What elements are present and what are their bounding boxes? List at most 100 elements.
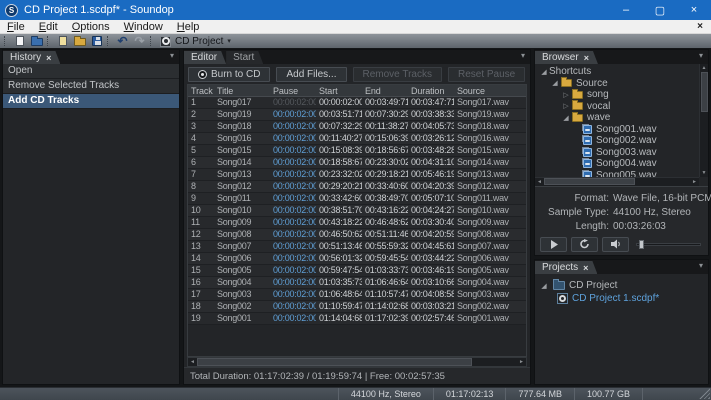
close-button[interactable]: × bbox=[677, 0, 711, 20]
add-files-button[interactable]: Add Files... bbox=[276, 67, 346, 82]
table-row[interactable]: 19Song00100:00:02:0001:14:04:6801:17:02:… bbox=[188, 313, 526, 325]
tree-vertical-scrollbar[interactable]: ▲ ▼ bbox=[699, 64, 708, 177]
panel-menu-chevron-icon[interactable]: ▾ bbox=[521, 52, 525, 60]
expander-icon[interactable] bbox=[561, 102, 571, 110]
tree-item-wave[interactable]: wave bbox=[535, 112, 699, 124]
tab-history[interactable]: History × bbox=[3, 51, 60, 64]
table-row[interactable]: 12Song00800:00:02:0000:46:50:6200:51:11:… bbox=[188, 229, 526, 241]
history-item[interactable]: Remove Selected Tracks bbox=[3, 79, 179, 94]
table-row[interactable]: 3Song01800:00:02:0000:07:32:2900:11:38:2… bbox=[188, 121, 526, 133]
volume-slider[interactable] bbox=[636, 237, 703, 252]
tree-item-song002-wav[interactable]: Song002.wav bbox=[535, 135, 699, 147]
tab-browser[interactable]: Browser × bbox=[535, 51, 598, 64]
column-header-start[interactable]: Start bbox=[316, 85, 362, 96]
history-item[interactable]: Open bbox=[3, 64, 179, 79]
panel-menu-chevron-icon[interactable]: ▾ bbox=[170, 52, 174, 60]
column-header-source[interactable]: Source bbox=[454, 85, 526, 96]
scroll-thumb[interactable] bbox=[701, 72, 708, 112]
project-selector-dropdown[interactable]: CD Project▾ bbox=[160, 36, 231, 47]
table-row[interactable]: 18Song00200:00:02:0001:10:59:4701:14:02:… bbox=[188, 301, 526, 313]
scroll-down-icon[interactable]: ▼ bbox=[700, 169, 709, 177]
save-button[interactable] bbox=[88, 35, 105, 48]
tree-item-song[interactable]: song bbox=[535, 89, 699, 101]
table-row[interactable]: 14Song00600:00:02:0000:56:01:3200:59:45:… bbox=[188, 253, 526, 265]
project-item-row[interactable]: CD Project 1.scdpf* bbox=[535, 292, 708, 305]
file-tree: ShortcutsSourcesongvocalwaveSong001.wavS… bbox=[535, 64, 708, 186]
open-workspace-button[interactable] bbox=[28, 35, 45, 48]
maximize-button[interactable]: ▢ bbox=[643, 0, 677, 20]
expander-icon[interactable] bbox=[561, 91, 571, 99]
column-header-track[interactable]: Track bbox=[188, 85, 214, 96]
column-header-duration[interactable]: Duration bbox=[408, 85, 454, 96]
tab-close-icon[interactable]: × bbox=[46, 53, 51, 63]
tree-item-shortcuts[interactable]: Shortcuts bbox=[535, 66, 699, 78]
new-workspace-button[interactable] bbox=[11, 35, 28, 48]
tab-close-icon[interactable]: × bbox=[584, 53, 589, 63]
tree-horizontal-scrollbar[interactable]: ◄ ► bbox=[535, 177, 699, 186]
scroll-up-icon[interactable]: ▲ bbox=[700, 64, 709, 72]
project-root-row[interactable]: CD Project bbox=[535, 279, 708, 292]
table-row[interactable]: 1Song01700:00:02:0000:00:02:0000:03:49:7… bbox=[188, 97, 526, 109]
tab-projects[interactable]: Projects × bbox=[535, 261, 597, 274]
scroll-track[interactable] bbox=[544, 178, 690, 186]
table-row[interactable]: 8Song01200:00:02:0000:29:20:2100:33:40:6… bbox=[188, 181, 526, 193]
panel-menu-chevron-icon[interactable]: ▾ bbox=[699, 262, 703, 270]
table-row[interactable]: 5Song01500:00:02:0000:15:08:3900:18:56:6… bbox=[188, 145, 526, 157]
scroll-right-icon[interactable]: ► bbox=[690, 178, 699, 186]
tree-item-song001-wav[interactable]: Song001.wav bbox=[535, 124, 699, 136]
menu-item-file[interactable]: File bbox=[0, 20, 32, 33]
tab-editor[interactable]: Editor bbox=[184, 51, 226, 64]
table-row[interactable]: 7Song01300:00:02:0000:23:32:0200:29:18:2… bbox=[188, 169, 526, 181]
table-row[interactable]: 2Song01900:00:02:0000:03:51:7100:07:30:2… bbox=[188, 109, 526, 121]
scroll-track[interactable] bbox=[197, 358, 517, 366]
document-close-icon[interactable]: × bbox=[689, 21, 711, 32]
tree-item-song004-wav[interactable]: Song004.wav bbox=[535, 158, 699, 170]
tree-item-vocal[interactable]: vocal bbox=[535, 101, 699, 113]
table-row[interactable]: 11Song00900:00:02:0000:43:18:2200:46:48:… bbox=[188, 217, 526, 229]
tree-item-song003-wav[interactable]: Song003.wav bbox=[535, 147, 699, 159]
expander-icon[interactable] bbox=[550, 79, 560, 87]
expander-icon[interactable] bbox=[539, 282, 549, 290]
tree-item-song005-wav[interactable]: Song005.wav bbox=[535, 170, 699, 178]
resize-grip[interactable] bbox=[699, 388, 710, 399]
history-item[interactable]: Add CD Tracks bbox=[3, 94, 179, 109]
tree-item-source[interactable]: Source bbox=[535, 78, 699, 90]
column-header-pause[interactable]: Pause bbox=[270, 85, 316, 96]
loop-button[interactable] bbox=[571, 237, 598, 252]
scroll-left-icon[interactable]: ◄ bbox=[535, 178, 544, 186]
expander-icon[interactable] bbox=[561, 114, 571, 122]
panel-menu-chevron-icon[interactable]: ▾ bbox=[699, 52, 703, 60]
table-row[interactable]: 17Song00300:00:02:0001:06:48:6401:10:57:… bbox=[188, 289, 526, 301]
monitor-button[interactable] bbox=[602, 237, 629, 252]
column-header-title[interactable]: Title bbox=[214, 85, 270, 96]
scroll-left-icon[interactable]: ◄ bbox=[188, 358, 197, 366]
minimize-button[interactable]: – bbox=[609, 0, 643, 20]
undo-button[interactable]: ↶ bbox=[114, 35, 131, 48]
menu-item-help[interactable]: Help bbox=[170, 20, 207, 33]
table-row[interactable]: 15Song00500:00:02:0000:59:47:5401:03:33:… bbox=[188, 265, 526, 277]
table-row[interactable]: 13Song00700:00:02:0000:51:13:4600:55:59:… bbox=[188, 241, 526, 253]
menu-item-window[interactable]: Window bbox=[117, 20, 170, 33]
scroll-thumb[interactable] bbox=[544, 178, 635, 185]
open-project-button[interactable] bbox=[71, 35, 88, 48]
scroll-thumb[interactable] bbox=[197, 358, 472, 366]
new-project-button[interactable] bbox=[54, 35, 71, 48]
scroll-right-icon[interactable]: ► bbox=[517, 358, 526, 366]
tab-close-icon[interactable]: × bbox=[583, 263, 588, 273]
tab-start[interactable]: Start bbox=[226, 51, 263, 64]
folder-icon bbox=[572, 91, 583, 99]
burn-to-cd-button[interactable]: Burn to CD bbox=[188, 67, 270, 82]
table-row[interactable]: 10Song01000:00:02:0000:38:51:7000:43:16:… bbox=[188, 205, 526, 217]
column-header-end[interactable]: End bbox=[362, 85, 408, 96]
menu-item-options[interactable]: Options bbox=[65, 20, 117, 33]
table-row[interactable]: 16Song00400:00:02:0001:03:35:7301:06:46:… bbox=[188, 277, 526, 289]
expander-icon[interactable] bbox=[539, 68, 549, 76]
menu-item-edit[interactable]: Edit bbox=[32, 20, 65, 33]
table-row[interactable]: 6Song01400:00:02:0000:18:58:6700:23:30:0… bbox=[188, 157, 526, 169]
editor-horizontal-scrollbar[interactable]: ◄ ► bbox=[187, 357, 527, 367]
play-button[interactable] bbox=[540, 237, 567, 252]
volume-thumb[interactable] bbox=[639, 240, 644, 249]
format-label: Format: bbox=[535, 193, 609, 204]
table-row[interactable]: 9Song01100:00:02:0000:33:42:6000:38:49:7… bbox=[188, 193, 526, 205]
table-row[interactable]: 4Song01600:00:02:0000:11:40:2700:15:06:3… bbox=[188, 133, 526, 145]
